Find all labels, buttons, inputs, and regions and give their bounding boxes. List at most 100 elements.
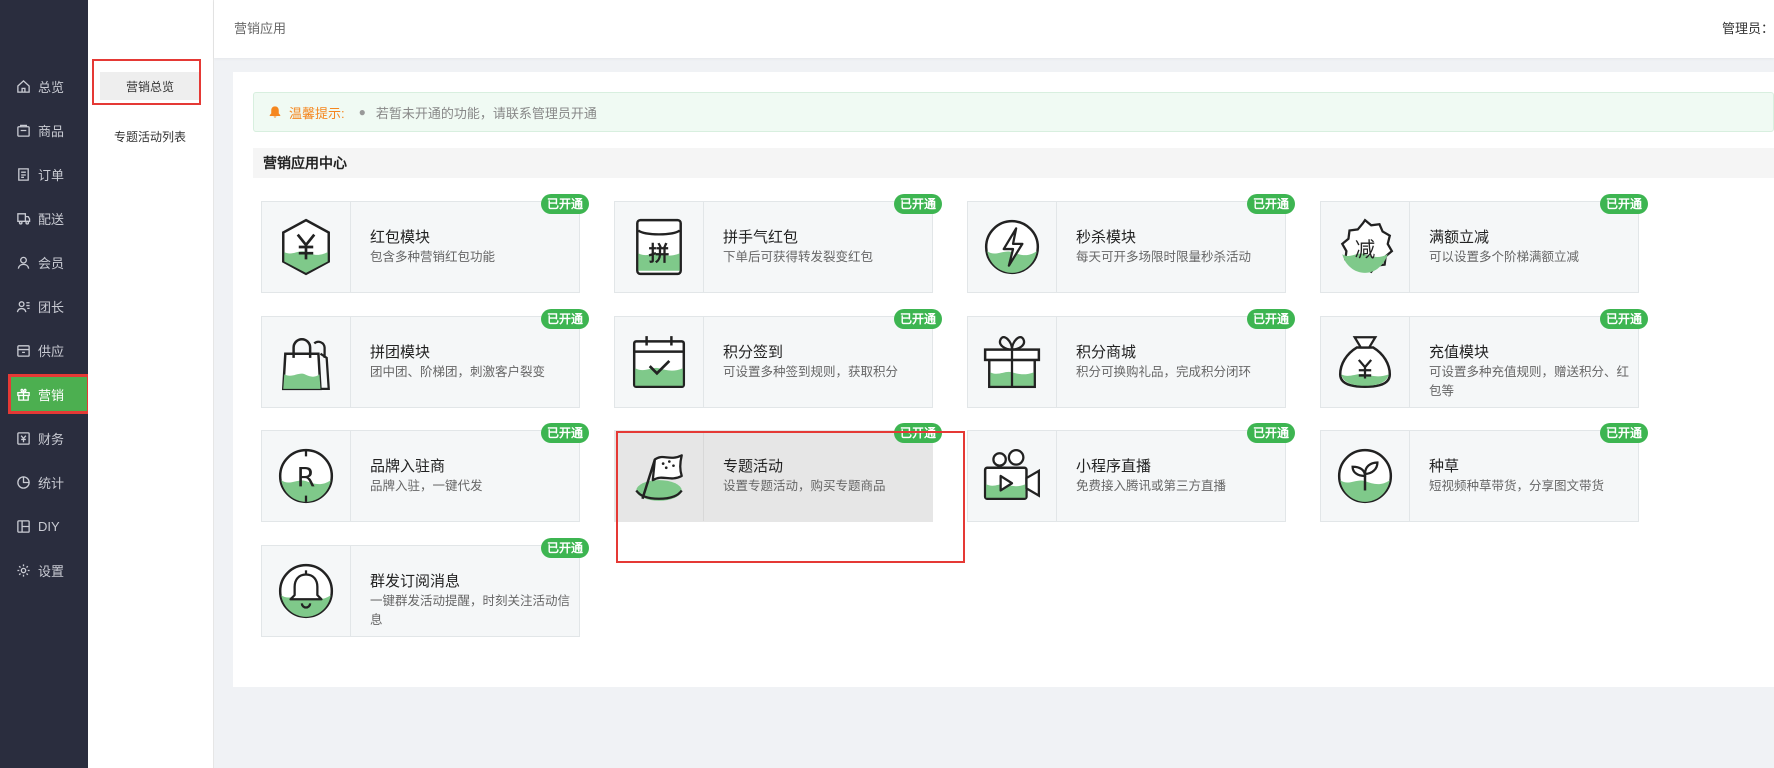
app-card-lucky-packet[interactable]: 拼 拼手气红包 下单后可获得转发裂变红包 已开通 [614,194,942,293]
checkin-calendar-icon [632,336,686,389]
app-card-icon-box [262,202,351,292]
app-card-points-mall[interactable]: 积分商城 积分可换购礼品，完成积分闭环 已开通 [967,309,1295,408]
sidebar-item-delivery[interactable]: 配送 [10,200,88,236]
sidebar-item-label: 订单 [38,167,65,183]
status-badge: 已开通 [1246,423,1295,443]
app-desc: 团中团、阶梯团，刺激客户裂变 [370,365,546,379]
app-name: 拼手气红包 [723,229,799,246]
app-card-icon-box [1321,317,1410,407]
tip-text: 若暂未开通的功能，请联系管理员开通 [375,105,597,121]
app-card-brand[interactable]: R 品牌入驻商 品牌入驻，一键代发 已开通 [261,423,589,522]
app-card-live[interactable]: 小程序直播 免费接入腾讯或第三方直播 已开通 [967,423,1295,522]
app-name: 红包模块 [370,229,431,246]
breadcrumb: 营销应用 [234,21,287,36]
status-badge: 已开通 [1246,194,1295,214]
top-header: 营销应用 管理员： [214,0,1774,58]
sidebar-item-label: 会员 [38,255,65,271]
app-card-icon-box [262,546,351,636]
sidebar-item-orders[interactable]: 订单 [10,156,88,192]
app-card-topic-activity[interactable]: 专题活动 设置专题活动，购买专题商品 已开通 [614,423,942,522]
sidebar-item-diy[interactable]: DIY [10,508,88,544]
app-card-flash-sale[interactable]: 秒杀模块 每天可开多场限时限量秒杀活动 已开通 [967,194,1295,293]
sidebar-item-members[interactable]: 会员 [10,244,88,280]
stats-icon [16,475,31,490]
gift-box-icon [983,336,1041,389]
subnav-item-overview[interactable]: 营销总览 [100,72,200,100]
sidebar-item-label: 统计 [38,475,65,491]
app-card-checkin[interactable]: 积分签到 可设置多种签到规则，获取积分 已开通 [614,309,942,408]
status-badge: 已开通 [1246,309,1295,329]
bullet-dot-icon: ● [358,105,366,119]
app-desc: 免费接入腾讯或第三方直播 [1076,479,1227,493]
admin-label[interactable]: 管理员： [1722,18,1774,37]
app-card-discount[interactable]: 减 满额立减 可以设置多个阶梯满额立减 已开通 [1320,194,1648,293]
sidebar-item-label: 财务 [38,431,65,447]
app-desc: 下单后可获得转发裂变红包 [723,250,874,264]
app-desc: 短视频种草带货，分享图文带货 [1429,479,1605,493]
app-name: 小程序直播 [1076,458,1152,475]
app-desc: 可设置多种签到规则，获取积分 [723,365,899,379]
app-desc: 品牌入驻，一键代发 [370,479,483,493]
app-name: 充值模块 [1429,344,1490,361]
money-bag-icon [1338,336,1392,389]
sidebar-item-label: 营销 [38,387,65,403]
app-card-sprout[interactable]: 种草 短视频种草带货，分享图文带货 已开通 [1320,423,1648,522]
group-buy-icon [281,338,330,391]
supply-icon [16,343,31,358]
app-name: 专题活动 [723,458,784,475]
app-desc: 积分可换购礼品，完成积分闭环 [1076,365,1252,379]
section-title: 营销应用中心 [253,148,1774,178]
svg-text:减: 减 [1355,237,1376,261]
sidebar-item-label: 总览 [38,79,65,95]
app-card-icon-box [968,317,1057,407]
home-icon [16,79,31,94]
status-badge: 已开通 [540,423,589,443]
tip-banner: 温馨提示: ● 若暂未开通的功能，请联系管理员开通 [253,92,1774,132]
app-card-icon-box [615,431,704,521]
sprout-icon [1337,448,1393,504]
app-name: 种草 [1429,458,1460,475]
app-name: 秒杀模块 [1076,229,1137,246]
sidebar-item-supply[interactable]: 供应 [10,332,88,368]
sidebar-item-goods[interactable]: 商品 [10,112,88,148]
sidebar-item-label: 团长 [38,299,65,315]
leader-icon [16,299,31,314]
app-card-icon-box [968,431,1057,521]
app-card-subscribe-message[interactable]: 群发订阅消息 一键群发活动提醒，时刻关注活动信息 已开通 [261,538,589,637]
sidebar-item-leaders[interactable]: 团长 [10,288,88,324]
status-badge: 已开通 [1599,194,1648,214]
gift-icon [16,387,31,402]
diy-icon [16,519,31,534]
app-desc: 可以设置多个阶梯满额立减 [1429,250,1580,264]
subnav-item-topic-list[interactable]: 专题活动列表 [100,122,200,150]
sidebar-item-marketing[interactable]: 营销 [8,374,90,414]
sidebar-item-finance[interactable]: 财务 [10,420,88,456]
app-card-group-buy[interactable]: 拼团模块 团中团、阶梯团，刺激客户裂变 已开通 [261,309,589,408]
status-badge: 已开通 [893,309,942,329]
app-card-icon-box [262,317,351,407]
goods-icon [16,123,31,138]
main-sidebar: 总览 商品 订单 配送 会员 团长 供应 营销 财务 统计 DIY 设置 [0,0,90,768]
app-card-icon-box: 减 [1321,202,1410,292]
red-packet-icon [282,218,330,276]
app-desc: 每天可开多场限时限量秒杀活动 [1076,250,1252,264]
live-video-icon [983,449,1041,500]
app-name: 满额立减 [1429,229,1490,246]
sidebar-item-overview[interactable]: 总览 [10,68,88,104]
status-badge: 已开通 [893,423,942,443]
app-card-recharge[interactable]: 充值模块 可设置多种充值规则，赠送积分、红包等 已开通 [1320,309,1648,408]
sidebar-item-label: DIY [38,518,60,534]
order-icon [16,167,31,182]
tip-label: 温馨提示: [289,105,345,121]
app-card-red-packet[interactable]: 红包模块 包含多种营销红包功能 已开通 [261,194,589,293]
sidebar-item-stats[interactable]: 统计 [10,464,88,500]
status-badge: 已开通 [1599,423,1648,443]
discount-icon: 减 [1340,218,1394,274]
sidebar-item-settings[interactable]: 设置 [10,552,88,588]
sidebar-item-label: 商品 [38,123,65,139]
status-badge: 已开通 [1599,309,1648,329]
app-name: 积分签到 [723,344,784,361]
finance-icon [16,431,31,446]
app-card-icon-box [615,317,704,407]
brand-icon: R [278,448,334,504]
